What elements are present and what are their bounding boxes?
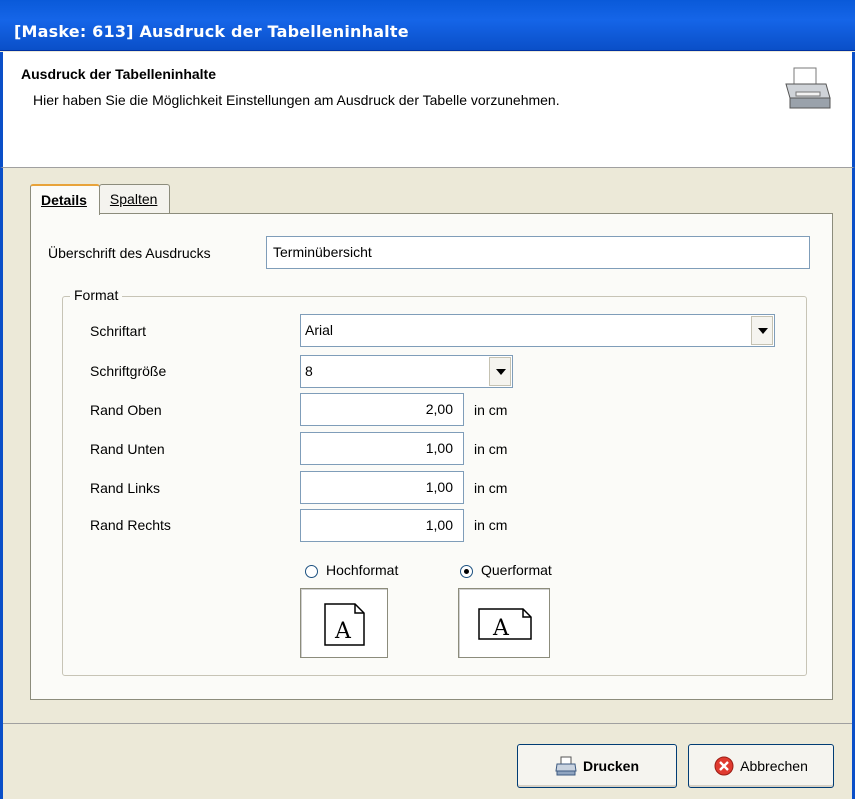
tab-details[interactable]: Details — [30, 184, 100, 215]
margin-bottom-input[interactable]: 1,00 — [300, 432, 464, 465]
tab-strip: Details Spalten — [30, 184, 171, 215]
margin-bottom-unit: in cm — [474, 441, 508, 457]
tab-spalten[interactable]: Spalten — [98, 184, 171, 214]
cancel-button[interactable]: Abbrechen — [688, 744, 834, 788]
margin-right-input[interactable]: 1,00 — [300, 509, 464, 542]
cancel-icon — [714, 756, 734, 776]
title-bar[interactable]: [Maske: 613] Ausdruck der Tabelleninhalt… — [0, 0, 855, 51]
margin-left-unit: in cm — [474, 480, 508, 496]
portrait-preview[interactable]: A — [300, 588, 388, 658]
font-select-value: Arial — [305, 322, 334, 338]
chevron-down-icon[interactable] — [489, 357, 511, 386]
margin-top-input[interactable]: 2,00 — [300, 393, 464, 426]
heading-label: Überschrift des Ausdrucks — [48, 245, 211, 261]
cancel-button-label: Abbrechen — [740, 758, 808, 774]
margin-top-unit: in cm — [474, 402, 508, 418]
font-select[interactable]: Arial — [300, 314, 775, 347]
printer-icon — [555, 756, 577, 776]
window-title: [Maske: 613] Ausdruck der Tabelleninhalt… — [14, 22, 409, 41]
landscape-page-icon: A — [478, 608, 532, 641]
margin-top-label: Rand Oben — [90, 402, 162, 418]
margin-right-label: Rand Rechts — [90, 517, 171, 533]
landscape-label[interactable]: Querformat — [481, 562, 552, 578]
landscape-preview[interactable]: A — [458, 588, 550, 658]
dialog-header: Ausdruck der Tabelleninhalte Hier haben … — [0, 52, 855, 168]
print-button[interactable]: Drucken — [517, 744, 677, 788]
heading-input[interactable]: Terminübersicht — [266, 236, 810, 269]
margin-bottom-label: Rand Unten — [90, 441, 165, 457]
print-button-label: Drucken — [582, 758, 640, 774]
portrait-page-icon: A — [324, 603, 365, 646]
margin-left-input[interactable]: 1,00 — [300, 471, 464, 504]
font-size-value: 8 — [305, 363, 313, 379]
format-group-label: Format — [70, 287, 123, 303]
printer-icon — [785, 67, 831, 109]
size-label: Schriftgröße — [90, 363, 167, 379]
font-size-select[interactable]: 8 — [300, 355, 513, 388]
svg-text:A: A — [492, 616, 510, 641]
font-label: Schriftart — [90, 323, 147, 339]
portrait-radio[interactable] — [305, 565, 318, 578]
margin-left-label: Rand Links — [90, 480, 161, 496]
margin-right-unit: in cm — [474, 517, 508, 533]
chevron-down-icon[interactable] — [751, 316, 773, 345]
header-description: Hier haben Sie die Möglichkeit Einstellu… — [33, 92, 560, 108]
header-title: Ausdruck der Tabelleninhalte — [21, 66, 217, 82]
portrait-label[interactable]: Hochformat — [326, 562, 398, 578]
svg-text:A: A — [334, 619, 352, 644]
landscape-radio[interactable] — [460, 565, 473, 578]
